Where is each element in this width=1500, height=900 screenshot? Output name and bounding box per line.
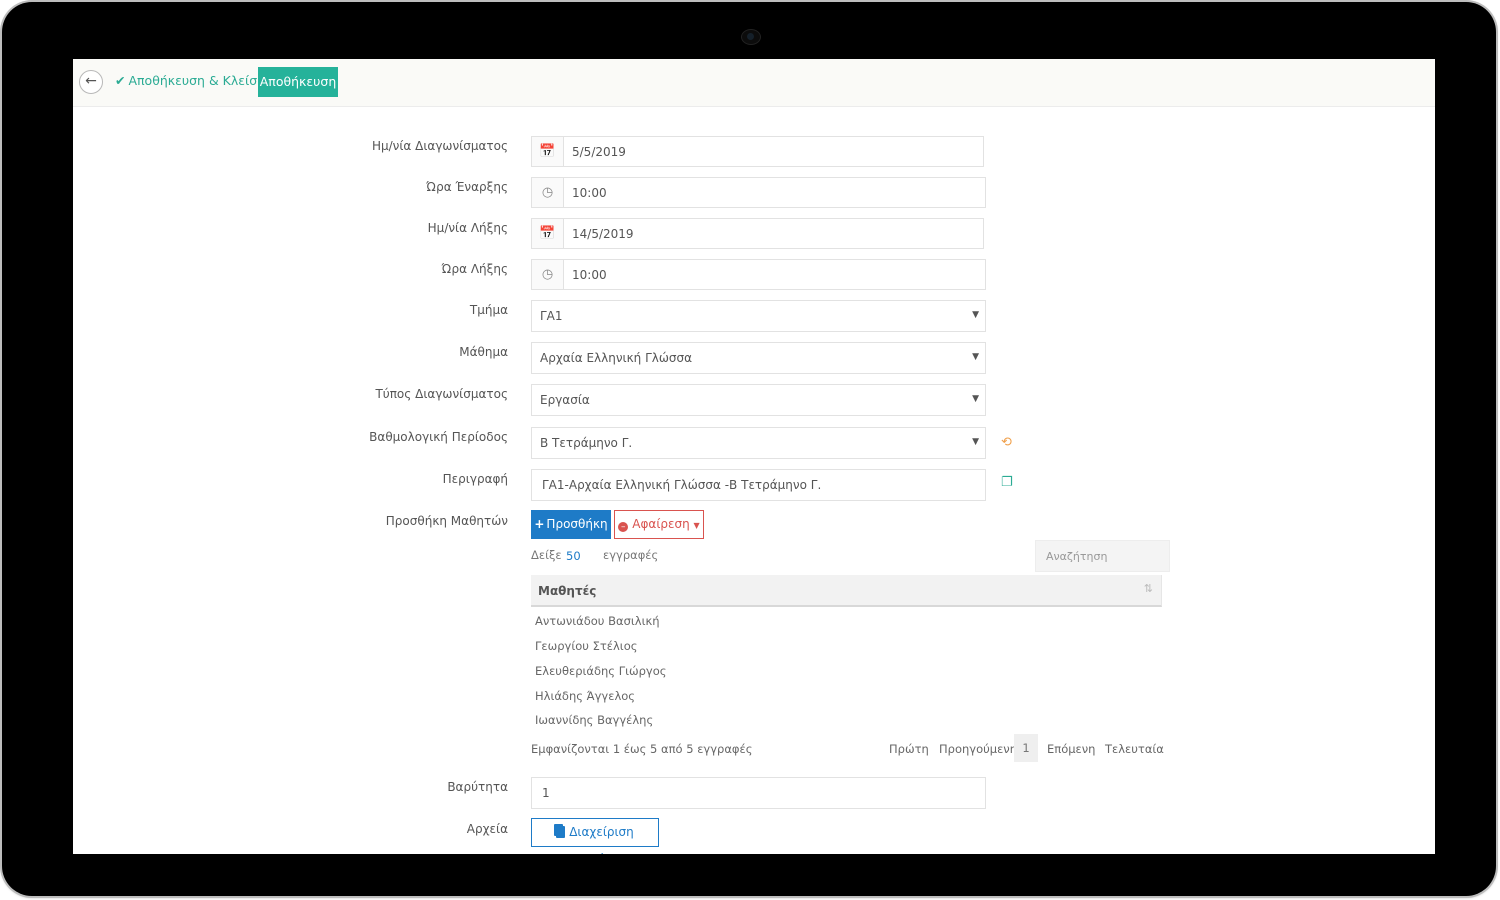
caret-down-icon: ▼ [972,437,979,447]
start-time-field[interactable]: ◷ 10:00 [531,177,986,208]
show-entries-label: Δείξε [531,548,562,562]
remove-student-button[interactable]: – Αφαίρεση ▼ [614,510,704,539]
add-student-button[interactable]: + Προσθήκη [531,510,611,539]
course-label: Μάθημα [459,345,508,359]
exam-type-value: Εργασία [540,393,590,407]
files-icon [556,826,566,838]
table-row: Ιωαννίδης Βαγγέλης [535,713,654,727]
course-value: Αρχαία Ελληνική Γλώσσα [540,351,693,365]
search-input[interactable]: Αναζήτηση [1035,540,1170,572]
caret-down-icon: ▼ [972,310,979,320]
start-time-label: Ώρα Έναρξης [426,180,508,194]
reset-history-icon[interactable]: ⟲ [1001,435,1012,450]
calendar-icon: 📅 [532,219,564,248]
exam-type-label: Τύπος Διαγωνίσματος [375,387,508,401]
save-close-button[interactable]: ✔ Αποθήκευση & Κλείσιμο [115,73,277,88]
manage-files-label: Διαχείριση Αρχείων [569,825,634,854]
class-label: Τμήμα [469,303,508,317]
pagination-next[interactable]: Επόμενη [1047,742,1095,756]
pagination-first[interactable]: Πρώτη [889,742,929,756]
caret-down-icon: ▼ [972,352,979,362]
exam-date-field[interactable]: 📅 5/5/2019 [531,136,984,167]
add-students-label: Προσθήκη Μαθητών [385,514,508,528]
description-label: Περιγραφή [442,472,508,486]
toolbar: ← ✔ Αποθήκευση & Κλείσιμο Αποθήκευση [73,59,1435,107]
end-time-field[interactable]: ◷ 10:00 [531,259,986,290]
table-row: Ελευθεριάδης Γιώργος [535,664,667,678]
save-button[interactable]: Αποθήκευση [258,67,338,97]
records-label: εγγραφές [603,548,659,562]
grading-period-value: Β Τετράμηνο Γ. [540,436,633,450]
add-student-label: Προσθήκη [546,517,608,531]
pagination-current-page[interactable]: 1 [1014,734,1038,762]
end-date-field[interactable]: 📅 14/5/2019 [531,218,984,249]
exam-date-label: Ημ/νία Διαγωνίσματος [371,139,508,153]
pagination-last[interactable]: Τελευταία [1105,742,1164,756]
class-value: ΓΑ1 [540,309,563,323]
table-row: Γεωργίου Στέλιος [535,639,638,653]
table-row: Αντωνιάδου Βασιλική [535,614,660,628]
caret-down-icon: ▼ [972,394,979,404]
grading-period-select[interactable]: Β Τετράμηνο Γ. ▼ [531,427,986,459]
end-time-value: 10:00 [572,268,607,282]
start-time-value: 10:00 [572,186,607,200]
page-size-select[interactable]: 50 [566,549,581,563]
weight-value: 1 [542,786,550,800]
table-info: Εμφανίζονται 1 έως 5 από 5 εγγραφές [531,742,753,756]
sort-icon[interactable]: ⇅ [1144,582,1153,595]
table-header: Μαθητές ⇅ [531,575,1162,607]
class-select[interactable]: ΓΑ1 ▼ [531,300,986,332]
manage-files-button[interactable]: Διαχείριση Αρχείων [531,818,659,854]
course-select[interactable]: Αρχαία Ελληνική Γλώσσα ▼ [531,342,986,374]
check-icon: ✔ [115,73,126,88]
description-value: ΓΑ1-Αρχαία Ελληνική Γλώσσα -Β Τετράμηνο … [542,478,822,492]
remove-student-label: Αφαίρεση [632,517,690,531]
copy-icon[interactable]: ❐ [1001,475,1013,490]
calendar-icon: 📅 [532,137,564,166]
description-input[interactable]: ΓΑ1-Αρχαία Ελληνική Γλώσσα -Β Τετράμηνο … [531,469,986,501]
end-date-label: Ημ/νία Λήξης [427,221,508,235]
exam-date-value: 5/5/2019 [572,145,626,159]
students-column-header[interactable]: Μαθητές [538,584,596,598]
exam-type-select[interactable]: Εργασία ▼ [531,384,986,416]
clock-icon: ◷ [532,178,564,207]
weight-input[interactable]: 1 [531,777,986,809]
grading-period-label: Βαθμολογική Περίοδος [369,430,508,444]
arrow-left-icon: ← [85,73,97,89]
table-row: Ηλιάδης Άγγελος [535,689,636,703]
tablet-frame: ← ✔ Αποθήκευση & Κλείσιμο Αποθήκευση Ημ/ν… [2,2,1496,896]
end-date-value: 14/5/2019 [572,227,634,241]
end-time-label: Ώρα Λήξης [441,262,508,276]
clock-icon: ◷ [532,260,564,289]
minus-circle-icon: – [618,522,629,532]
pagination-previous[interactable]: Προηγούμενη [939,742,1017,756]
camera-icon [741,29,761,45]
save-close-label: Αποθήκευση & Κλείσιμο [128,73,278,88]
caret-down-icon: ▼ [693,521,700,530]
plus-icon: + [534,517,545,531]
back-button[interactable]: ← [79,70,103,94]
weight-label: Βαρύτητα [447,780,508,794]
files-label: Αρχεία [466,822,508,836]
app-screen: ← ✔ Αποθήκευση & Κλείσιμο Αποθήκευση Ημ/ν… [73,59,1435,854]
